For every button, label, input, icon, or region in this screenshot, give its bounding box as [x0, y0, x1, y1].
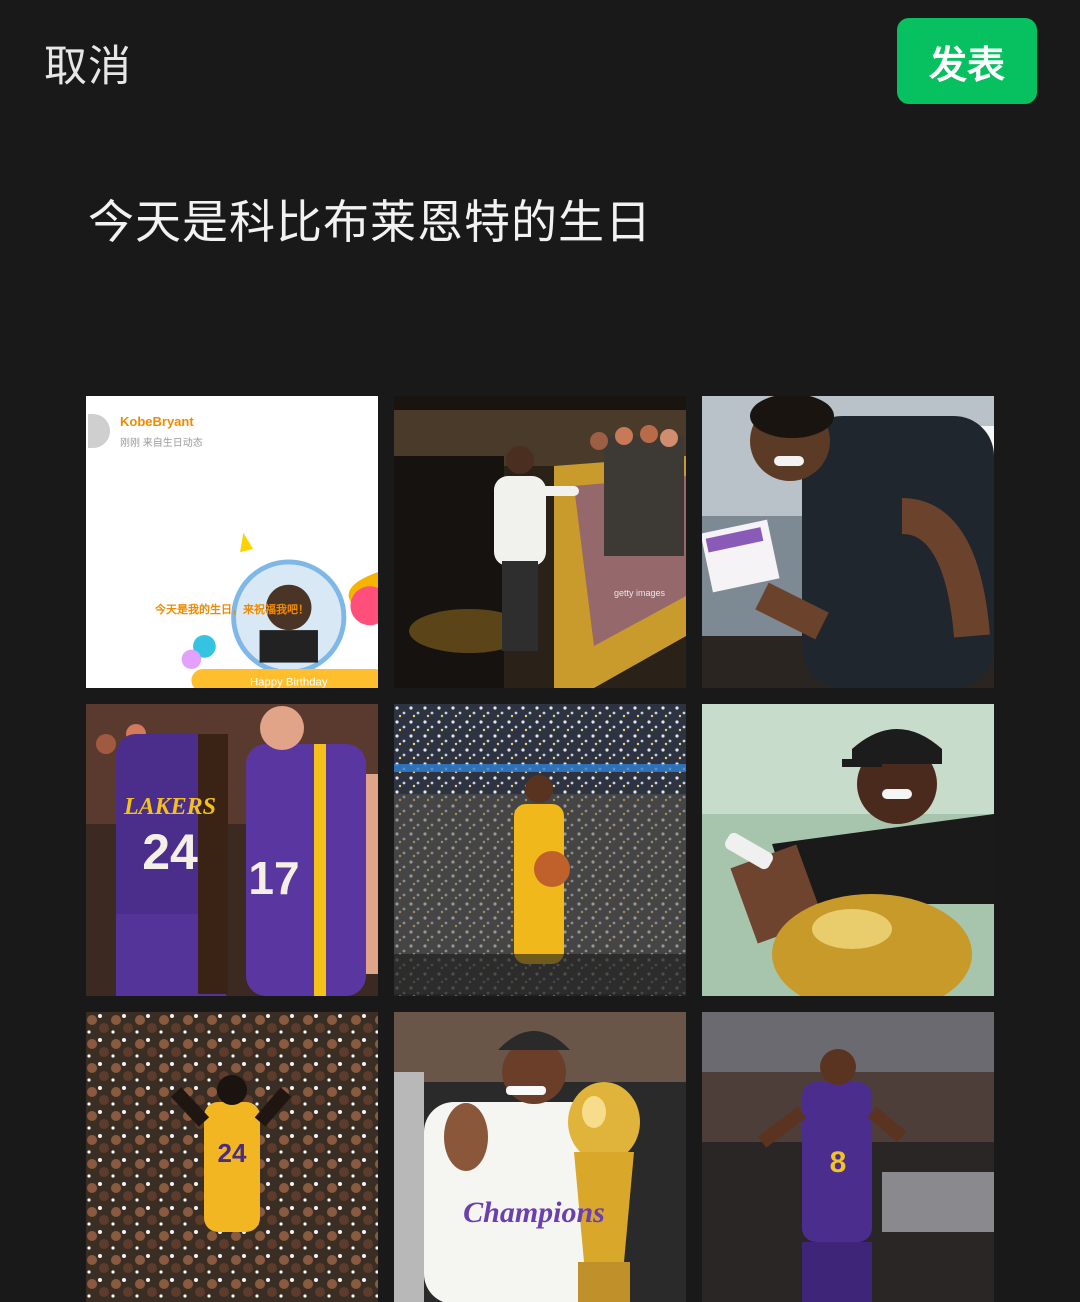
ticket-photo	[702, 396, 994, 688]
arena-8-photo: 8	[702, 1012, 994, 1302]
card-subtitle: 刚刚 来自生日动态	[120, 438, 203, 449]
confetti-arena-photo	[394, 704, 686, 996]
tunnel-photo: getty images	[394, 396, 686, 688]
photo-thumbnail-3[interactable]	[702, 396, 994, 688]
photo-thumbnail-8[interactable]: Champions	[394, 1012, 686, 1302]
photo-thumbnail-1[interactable]: KobeBryant 刚刚 来自生日动态 Happy Birthday 今天是我…	[86, 396, 378, 688]
photo-caption: getty images	[614, 588, 666, 598]
card-username: KobeBryant	[120, 414, 194, 429]
publish-button[interactable]: 发表	[897, 18, 1037, 104]
jersey-number: 8	[830, 1146, 847, 1179]
shirt-text: Champions	[463, 1196, 605, 1229]
jersey-number-left: 24	[142, 824, 198, 880]
photo-thumbnail-9[interactable]: 8	[702, 1012, 994, 1302]
cancel-button[interactable]: 取消	[44, 32, 132, 94]
photo-thumbnail-2[interactable]: getty images	[394, 396, 686, 688]
champions-trophy-photo: Champions	[394, 1012, 686, 1302]
repost-count: 100	[94, 666, 378, 688]
jersey-number: 24	[218, 1138, 247, 1168]
post-text-input[interactable]: 今天是科比布莱恩特的生日	[88, 186, 652, 252]
top-bar: 取消 发表	[0, 0, 1080, 130]
card-message: 今天是我的生日，来祝福我吧！	[155, 604, 309, 616]
post-composer-screen: 取消 发表 今天是科比布莱恩特的生日 KobeBryant 刚刚 来自生日动态	[0, 0, 1080, 1302]
photo-thumbnail-4[interactable]: LAKERS 24 17	[86, 704, 378, 996]
birthday-illustration: Happy Birthday	[181, 532, 378, 688]
photo-grid: KobeBryant 刚刚 来自生日动态 Happy Birthday 今天是我…	[86, 396, 994, 1302]
team-name: LAKERS	[123, 794, 216, 820]
teammates-photo: LAKERS 24 17	[86, 704, 378, 996]
photo-thumbnail-6[interactable]	[702, 704, 994, 996]
jersey-number-right: 17	[248, 852, 299, 904]
repost-icon	[94, 666, 378, 688]
celebration-24-photo: 24	[86, 1012, 378, 1302]
avatar	[88, 414, 110, 448]
card-footer: 100 335	[94, 666, 378, 688]
trophy-hat-photo	[702, 704, 994, 996]
photo-thumbnail-7[interactable]: 24	[86, 1012, 378, 1302]
photo-thumbnail-5[interactable]	[394, 704, 686, 996]
